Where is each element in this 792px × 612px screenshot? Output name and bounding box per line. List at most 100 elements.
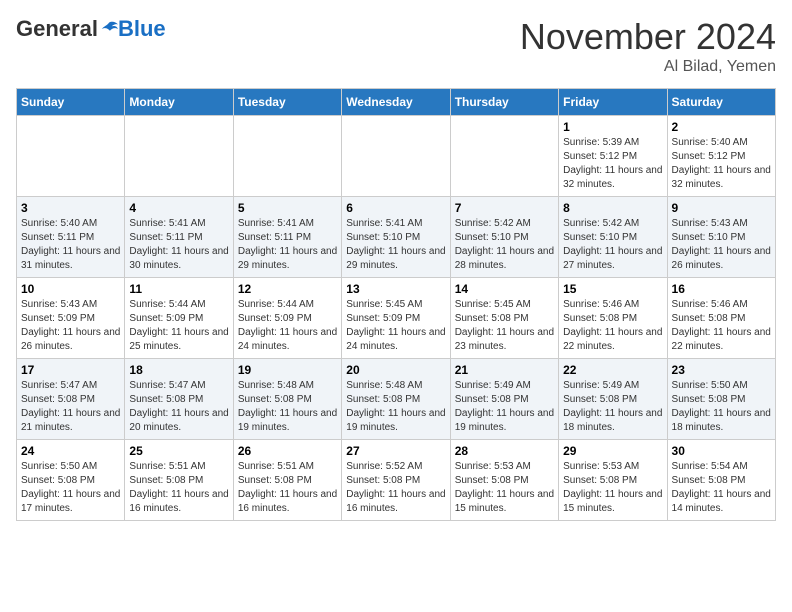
day-info: Sunrise: 5:42 AMSunset: 5:10 PMDaylight:… [563,217,662,273]
day-info: Sunrise: 5:49 AMSunset: 5:08 PMDaylight:… [563,379,662,435]
calendar-cell: 7Sunrise: 5:42 AMSunset: 5:10 PMDaylight… [450,197,558,278]
day-info: Sunrise: 5:41 AMSunset: 5:11 PMDaylight:… [129,217,228,273]
logo: General Blue [16,16,166,42]
calendar-cell: 30 Sunrise: 5:54 AMSunset: 5:08 PMDayligh… [667,440,775,521]
calendar-cell: 13Sunrise: 5:45 AMSunset: 5:09 PMDayligh… [342,278,450,359]
calendar-cell [17,116,125,197]
day-number: 1 [563,120,662,134]
calendar-cell: 17 Sunrise: 5:47 AMSunset: 5:08 PMDayligh… [17,359,125,440]
calendar-cell [342,116,450,197]
calendar-cell: 15 Sunrise: 5:46 AMSunset: 5:08 PMDayligh… [559,278,667,359]
day-number: 26 [238,444,337,458]
day-number: 4 [129,201,228,215]
calendar-week-row: 10 Sunrise: 5:43 AMSunset: 5:09 PMDayligh… [17,278,776,359]
day-info: Sunrise: 5:43 AMSunset: 5:09 PMDaylight:… [21,298,120,354]
day-number: 9 [672,201,771,215]
day-number: 25 [129,444,228,458]
day-info: Sunrise: 5:51 AMSunset: 5:08 PMDaylight:… [129,460,228,516]
weekday-header: Sunday [17,89,125,116]
calendar-cell: 12 Sunrise: 5:44 AMSunset: 5:09 PMDayligh… [233,278,341,359]
day-info: Sunrise: 5:48 AMSunset: 5:08 PMDaylight:… [346,379,445,435]
day-number: 15 [563,282,662,296]
calendar-cell: 16 Sunrise: 5:46 AMSunset: 5:08 PMDayligh… [667,278,775,359]
weekday-header: Tuesday [233,89,341,116]
day-number: 24 [21,444,120,458]
day-info: Sunrise: 5:41 AMSunset: 5:11 PMDaylight:… [238,217,337,273]
day-number: 20 [346,363,445,377]
calendar-cell: 3Sunrise: 5:40 AMSunset: 5:11 PMDaylight… [17,197,125,278]
day-number: 30 [672,444,771,458]
day-number: 14 [455,282,554,296]
day-info: Sunrise: 5:50 AMSunset: 5:08 PMDaylight:… [21,460,120,516]
day-info: Sunrise: 5:47 AMSunset: 5:08 PMDaylight:… [21,379,120,435]
page-header: General Blue November 2024 Al Bilad, Yem… [16,16,776,76]
calendar-week-row: 24 Sunrise: 5:50 AMSunset: 5:08 PMDayligh… [17,440,776,521]
calendar-table: SundayMondayTuesdayWednesdayThursdayFrid… [16,88,776,521]
calendar-cell: 6 Sunrise: 5:41 AMSunset: 5:10 PMDaylight… [342,197,450,278]
day-info: Sunrise: 5:53 AMSunset: 5:08 PMDaylight:… [455,460,554,516]
day-number: 6 [346,201,445,215]
day-number: 21 [455,363,554,377]
calendar-cell: 2 Sunrise: 5:40 AMSunset: 5:12 PMDaylight… [667,116,775,197]
calendar-cell: 11Sunrise: 5:44 AMSunset: 5:09 PMDayligh… [125,278,233,359]
calendar-cell: 27 Sunrise: 5:52 AMSunset: 5:08 PMDayligh… [342,440,450,521]
calendar-cell [450,116,558,197]
day-info: Sunrise: 5:53 AMSunset: 5:08 PMDaylight:… [563,460,662,516]
day-number: 10 [21,282,120,296]
calendar-cell: 20 Sunrise: 5:48 AMSunset: 5:08 PMDayligh… [342,359,450,440]
day-number: 23 [672,363,771,377]
day-number: 22 [563,363,662,377]
calendar-cell: 4 Sunrise: 5:41 AMSunset: 5:11 PMDaylight… [125,197,233,278]
day-number: 16 [672,282,771,296]
calendar-cell: 24 Sunrise: 5:50 AMSunset: 5:08 PMDayligh… [17,440,125,521]
day-number: 27 [346,444,445,458]
day-info: Sunrise: 5:39 AMSunset: 5:12 PMDaylight:… [563,136,662,192]
calendar-cell: 10 Sunrise: 5:43 AMSunset: 5:09 PMDayligh… [17,278,125,359]
calendar-cell: 14 Sunrise: 5:45 AMSunset: 5:08 PMDayligh… [450,278,558,359]
day-info: Sunrise: 5:40 AMSunset: 5:12 PMDaylight:… [672,136,771,192]
calendar-cell: 28 Sunrise: 5:53 AMSunset: 5:08 PMDayligh… [450,440,558,521]
weekday-header: Wednesday [342,89,450,116]
weekday-header: Friday [559,89,667,116]
calendar-week-row: 1 Sunrise: 5:39 AMSunset: 5:12 PMDaylight… [17,116,776,197]
day-info: Sunrise: 5:41 AMSunset: 5:10 PMDaylight:… [346,217,445,273]
day-info: Sunrise: 5:49 AMSunset: 5:08 PMDaylight:… [455,379,554,435]
month-title: November 2024 [520,16,776,58]
calendar-cell: 1 Sunrise: 5:39 AMSunset: 5:12 PMDaylight… [559,116,667,197]
day-number: 19 [238,363,337,377]
day-number: 28 [455,444,554,458]
day-number: 17 [21,363,120,377]
calendar-cell: 22 Sunrise: 5:49 AMSunset: 5:08 PMDayligh… [559,359,667,440]
logo-blue-text: Blue [118,16,166,42]
calendar-cell: 18Sunrise: 5:47 AMSunset: 5:08 PMDayligh… [125,359,233,440]
calendar-week-row: 17 Sunrise: 5:47 AMSunset: 5:08 PMDayligh… [17,359,776,440]
day-info: Sunrise: 5:46 AMSunset: 5:08 PMDaylight:… [563,298,662,354]
day-info: Sunrise: 5:40 AMSunset: 5:11 PMDaylight:… [21,217,120,273]
day-number: 5 [238,201,337,215]
title-block: November 2024 Al Bilad, Yemen [520,16,776,76]
calendar-cell: 25 Sunrise: 5:51 AMSunset: 5:08 PMDayligh… [125,440,233,521]
logo-bird-icon [100,20,118,38]
day-number: 18 [129,363,228,377]
day-info: Sunrise: 5:43 AMSunset: 5:10 PMDaylight:… [672,217,771,273]
day-number: 8 [563,201,662,215]
day-number: 29 [563,444,662,458]
day-info: Sunrise: 5:46 AMSunset: 5:08 PMDaylight:… [672,298,771,354]
day-info: Sunrise: 5:44 AMSunset: 5:09 PMDaylight:… [129,298,228,354]
day-info: Sunrise: 5:44 AMSunset: 5:09 PMDaylight:… [238,298,337,354]
day-info: Sunrise: 5:45 AMSunset: 5:08 PMDaylight:… [455,298,554,354]
calendar-cell: 9 Sunrise: 5:43 AMSunset: 5:10 PMDaylight… [667,197,775,278]
calendar-week-row: 3Sunrise: 5:40 AMSunset: 5:11 PMDaylight… [17,197,776,278]
day-number: 7 [455,201,554,215]
calendar-cell: 26 Sunrise: 5:51 AMSunset: 5:08 PMDayligh… [233,440,341,521]
calendar-cell [125,116,233,197]
day-info: Sunrise: 5:51 AMSunset: 5:08 PMDaylight:… [238,460,337,516]
day-info: Sunrise: 5:52 AMSunset: 5:08 PMDaylight:… [346,460,445,516]
location-title: Al Bilad, Yemen [520,58,776,76]
day-number: 13 [346,282,445,296]
logo-general-text: General [16,16,98,42]
day-number: 12 [238,282,337,296]
day-number: 2 [672,120,771,134]
calendar-cell: 8 Sunrise: 5:42 AMSunset: 5:10 PMDaylight… [559,197,667,278]
day-info: Sunrise: 5:54 AMSunset: 5:08 PMDaylight:… [672,460,771,516]
